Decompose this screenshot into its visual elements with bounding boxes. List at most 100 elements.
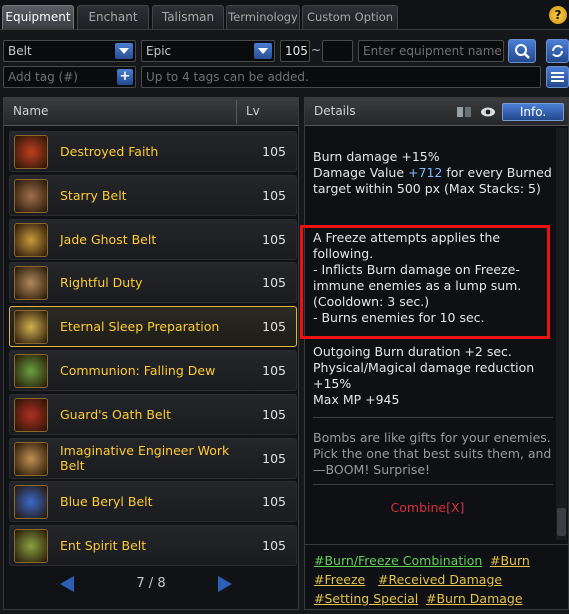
rarity-dropdown[interactable]: Epic <box>141 40 275 62</box>
belt-icon <box>14 354 48 388</box>
item-level: 105 <box>262 494 286 510</box>
list-item[interactable]: Ent Spirit Belt 105 <box>9 525 297 567</box>
item-level: 105 <box>262 319 286 335</box>
eye-icon[interactable] <box>479 103 497 121</box>
pagination: 7 / 8 <box>4 570 298 600</box>
list-item[interactable]: Communion: Falling Dew 105 <box>9 350 297 391</box>
equipment-search-input[interactable]: Enter equipment name. <box>358 40 504 62</box>
level-max-input[interactable] <box>322 40 353 62</box>
item-name: Guard's Oath Belt <box>60 406 171 422</box>
rarity-value: Epic <box>146 44 172 58</box>
column-divider <box>236 100 237 124</box>
item-name: Jade Ghost Belt <box>60 231 157 247</box>
info-button[interactable]: Info. <box>502 103 564 121</box>
slot-dropdown[interactable]: Belt <box>3 40 136 62</box>
item-name: Rightful Duty <box>60 275 143 291</box>
tab-equipment[interactable]: Equipment <box>2 5 74 29</box>
combine-text: Combine[X] <box>390 500 465 515</box>
list-item[interactable]: Eternal Sleep Preparation 105 <box>9 306 297 348</box>
damage-value-number: +712 <box>408 165 443 180</box>
tag-link[interactable]: #Received Damage <box>378 572 502 587</box>
page-indicator: 7 / 8 <box>136 576 166 591</box>
level-min-input[interactable]: 105 <box>280 40 310 62</box>
list-item[interactable]: Jade Ghost Belt 105 <box>9 218 297 260</box>
details-header: Details Info. <box>305 98 568 126</box>
item-name: Starry Belt <box>60 187 127 203</box>
chevron-down-icon[interactable] <box>115 43 133 59</box>
tag-link[interactable]: #Burn/Freeze Combination <box>314 553 482 568</box>
stat-damage-value: Damage Value +712 for every Burned targe… <box>313 165 553 197</box>
item-level: 105 <box>262 406 286 422</box>
belt-icon <box>14 222 48 257</box>
divider <box>313 417 553 418</box>
item-name: Blue Beryl Belt <box>60 494 153 510</box>
list-item[interactable]: Rightful Duty 105 <box>9 262 297 304</box>
belt-icon <box>14 529 48 564</box>
level-range-separator: ~ <box>311 43 322 57</box>
item-level: 105 <box>262 275 286 291</box>
tab-terminology[interactable]: Terminology <box>226 5 300 29</box>
details-panel: Details Info. Burn damage +15% Damage Va… <box>304 97 569 610</box>
tag-input[interactable]: Add tag (#) + <box>3 66 136 88</box>
list-header: Name Lv <box>4 98 298 126</box>
list-item[interactable]: Destroyed Faith 105 <box>9 131 297 172</box>
scrollbar-thumb[interactable] <box>557 508 566 536</box>
item-name: Imaginative Engineer Work Belt <box>60 443 230 474</box>
item-level: 105 <box>262 231 286 247</box>
stat-block: Outgoing Burn duration +2 sec. Physical/… <box>313 344 535 407</box>
tag-area: #Burn/Freeze Combination #Burn #Freeze #… <box>305 544 568 609</box>
list-item[interactable]: Imaginative Engineer Work Belt 105 <box>9 437 297 479</box>
equipment-window: Equipment Enchant Talisman Terminology C… <box>0 0 569 614</box>
list-item[interactable]: Guard's Oath Belt 105 <box>9 393 297 435</box>
details-title: Details <box>314 104 356 118</box>
column-header-lv[interactable]: Lv <box>246 104 260 118</box>
item-level: 105 <box>262 538 286 554</box>
compare-icon[interactable] <box>455 103 473 121</box>
chevron-down-icon[interactable] <box>254 43 272 59</box>
tag-link[interactable]: #Burn Damage <box>426 591 523 606</box>
equipment-list-panel: Name Lv Destroyed Faith 105 Starry Belt 105… <box>3 97 299 610</box>
tab-custom-option[interactable]: Custom Option <box>302 5 398 29</box>
tag-hint: Up to 4 tags can be added. <box>141 66 541 88</box>
item-level: 105 <box>262 144 286 159</box>
refresh-button[interactable] <box>546 39 569 63</box>
item-name: Communion: Falling Dew <box>60 363 216 378</box>
item-name: Eternal Sleep Preparation <box>60 319 220 335</box>
damage-value-prefix: Damage Value <box>313 165 409 180</box>
help-icon[interactable]: ? <box>549 6 567 24</box>
flavor-text: Bombs are like gifts for your enemies. P… <box>313 430 552 477</box>
list-view-button[interactable] <box>546 66 569 88</box>
belt-icon <box>14 397 48 432</box>
divider <box>313 484 553 485</box>
item-name: Ent Spirit Belt <box>60 538 147 554</box>
belt-icon <box>14 135 48 169</box>
tab-talisman[interactable]: Talisman <box>152 5 224 29</box>
search-button[interactable] <box>508 39 536 63</box>
tab-bar: Equipment Enchant Talisman Terminology C… <box>0 0 569 30</box>
belt-icon <box>14 266 48 301</box>
search-icon <box>515 44 530 59</box>
belt-icon <box>14 485 48 520</box>
add-tag-icon[interactable]: + <box>117 69 133 85</box>
belt-icon <box>14 178 48 213</box>
list-item[interactable]: Blue Beryl Belt 105 <box>9 481 297 523</box>
list-item[interactable]: Starry Belt 105 <box>9 174 297 216</box>
details-scrollbar[interactable] <box>556 128 567 540</box>
tag-link[interactable]: #Burn <box>490 553 530 568</box>
item-level: 105 <box>262 450 286 466</box>
tag-input-placeholder: Add tag (#) <box>8 70 78 84</box>
list-icon <box>551 72 564 82</box>
belt-icon <box>14 441 48 476</box>
highlight-box <box>300 225 550 339</box>
item-name: Destroyed Faith <box>60 144 159 159</box>
tag-link[interactable]: #Freeze <box>314 572 365 587</box>
tab-enchant[interactable]: Enchant <box>77 5 149 29</box>
item-level: 105 <box>262 187 286 203</box>
belt-icon <box>14 310 48 345</box>
refresh-icon <box>552 45 563 57</box>
slot-value: Belt <box>8 44 32 58</box>
tag-link[interactable]: #Setting Special <box>314 591 418 606</box>
next-page-icon[interactable] <box>218 576 232 592</box>
item-level: 105 <box>262 363 286 378</box>
column-header-name[interactable]: Name <box>13 104 48 118</box>
